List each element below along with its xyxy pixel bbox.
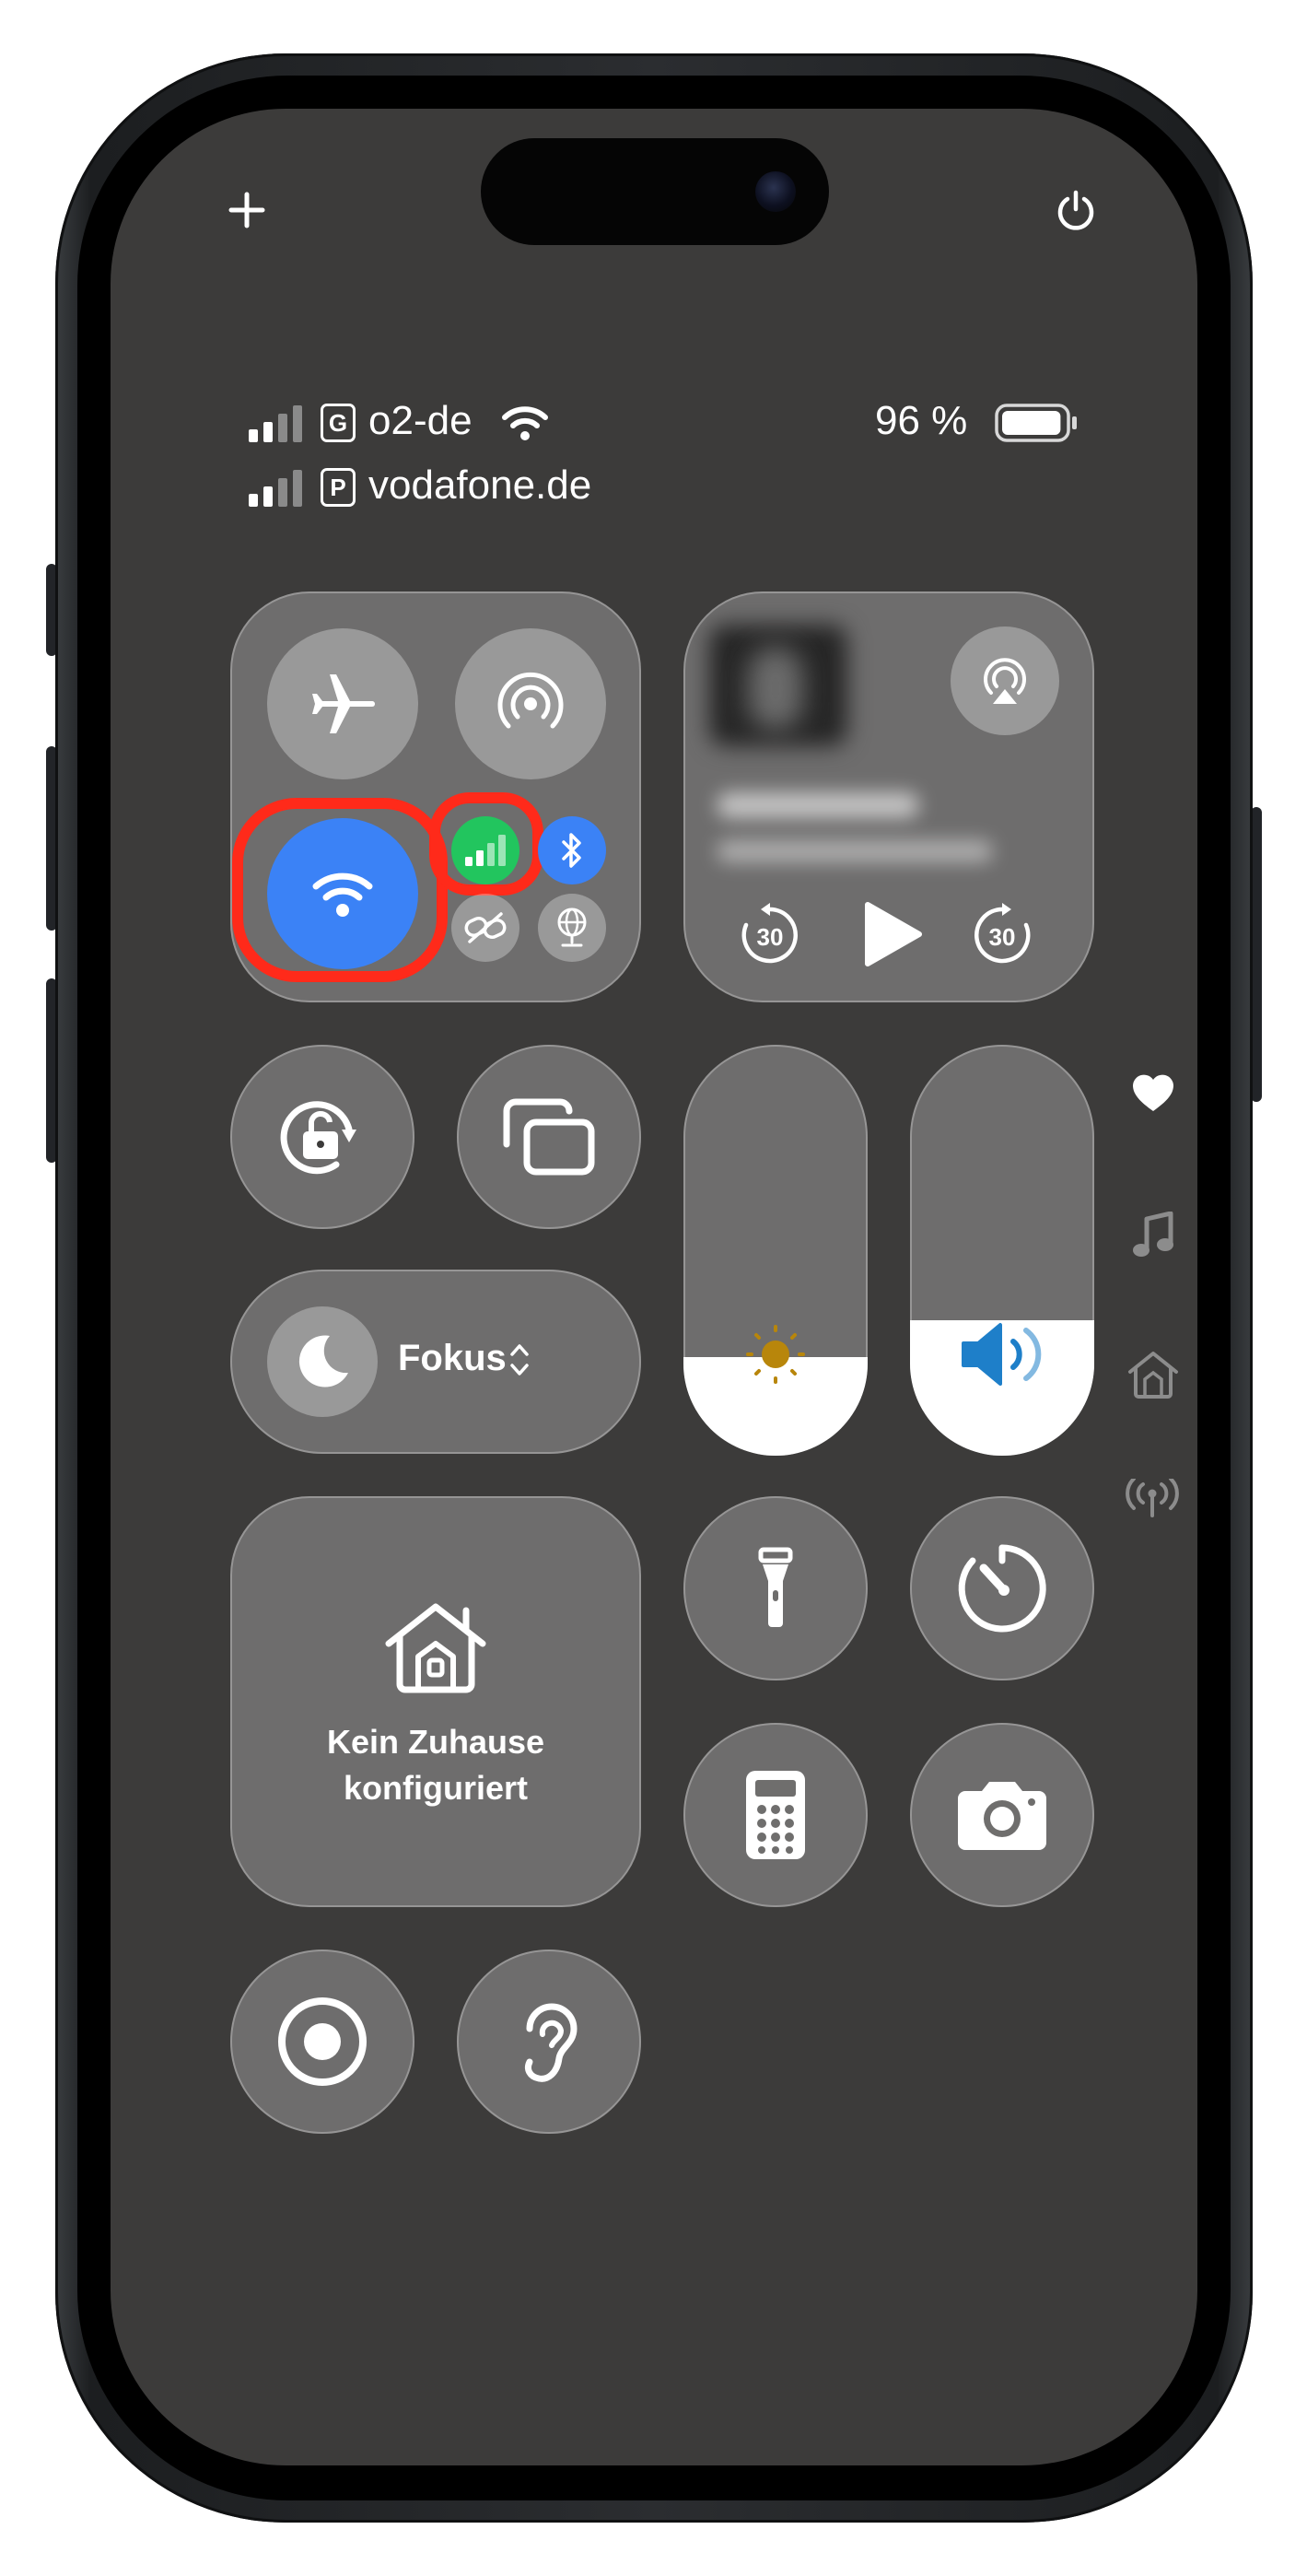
chevron-updown-icon	[508, 1341, 531, 1378]
vpn-button[interactable]	[538, 894, 606, 962]
airplay-button[interactable]	[951, 626, 1059, 735]
play-button[interactable]	[860, 899, 925, 969]
battery-icon	[995, 404, 1078, 442]
focus-label: Fokus	[398, 1338, 507, 1378]
airdrop-button[interactable]	[455, 628, 606, 779]
screen-mirroring-icon	[503, 1098, 595, 1176]
track-artist-blurred	[717, 840, 993, 862]
carrier-name-1: o2-de	[368, 398, 473, 443]
carrier-badge-2: P	[321, 468, 356, 507]
bluetooth-button[interactable]	[538, 816, 606, 884]
vpn-globe-icon	[554, 907, 590, 948]
battery-percentage: 96 %	[875, 398, 968, 443]
plus-icon[interactable]	[228, 192, 265, 228]
focus-moon-circle	[267, 1306, 378, 1417]
orientation-lock-icon	[272, 1091, 373, 1183]
cellular-highlight-ring	[429, 792, 543, 896]
skip-forward-button[interactable]: 30	[969, 901, 1035, 967]
flashlight-button[interactable]	[683, 1496, 868, 1680]
front-camera	[755, 171, 796, 212]
personal-hotspot-icon	[464, 912, 507, 943]
wifi-highlight-ring	[232, 798, 448, 982]
record-icon	[276, 1996, 368, 2088]
album-artwork-figure	[748, 647, 803, 730]
volume-slider[interactable]	[910, 1045, 1094, 1456]
orientation-lock-button[interactable]	[230, 1045, 414, 1229]
ear-icon	[517, 1997, 581, 2086]
signal-bars-2	[249, 470, 306, 507]
screen-recording-button[interactable]	[230, 1950, 414, 2134]
bluetooth-icon	[561, 832, 583, 869]
track-title-blurred	[717, 792, 919, 818]
airplay-icon	[978, 654, 1032, 708]
calculator-button[interactable]	[683, 1723, 868, 1907]
timer-icon	[956, 1542, 1048, 1634]
wifi-status-icon	[501, 404, 549, 442]
home-status-line1: Kein Zuhause	[326, 1723, 545, 1761]
hearing-button[interactable]	[457, 1950, 641, 2134]
skip-back-seconds: 30	[756, 923, 784, 951]
calculator-icon	[746, 1771, 805, 1859]
camera-icon	[954, 1778, 1050, 1852]
signal-bars-1	[249, 405, 306, 442]
carrier-badge-1: G	[321, 404, 356, 442]
camera-button[interactable]	[910, 1723, 1094, 1907]
sun-icon	[742, 1321, 809, 1388]
home-icon	[381, 1601, 490, 1693]
timer-button[interactable]	[910, 1496, 1094, 1680]
power-icon[interactable]	[1056, 190, 1096, 230]
speaker-icon	[960, 1319, 1048, 1389]
connectivity-antenna-icon[interactable]	[1124, 1478, 1181, 1518]
airplane-mode-button[interactable]	[267, 628, 418, 779]
favorites-heart-icon[interactable]	[1129, 1071, 1177, 1115]
brightness-slider[interactable]	[683, 1045, 868, 1456]
moon-icon	[293, 1332, 352, 1391]
personal-hotspot-button[interactable]	[451, 894, 519, 962]
carrier-name-2: vodafone.de	[368, 463, 592, 508]
flashlight-icon	[757, 1546, 794, 1631]
airplane-icon	[306, 667, 379, 741]
home-module[interactable]	[230, 1496, 641, 1907]
skip-back-button[interactable]: 30	[737, 901, 803, 967]
home-page-icon[interactable]	[1126, 1349, 1181, 1400]
home-status-line2: konfiguriert	[343, 1769, 528, 1807]
airdrop-icon	[496, 670, 565, 738]
screen-mirroring-button[interactable]	[457, 1045, 641, 1229]
skip-forward-seconds: 30	[988, 923, 1016, 951]
music-note-icon[interactable]	[1129, 1211, 1177, 1260]
